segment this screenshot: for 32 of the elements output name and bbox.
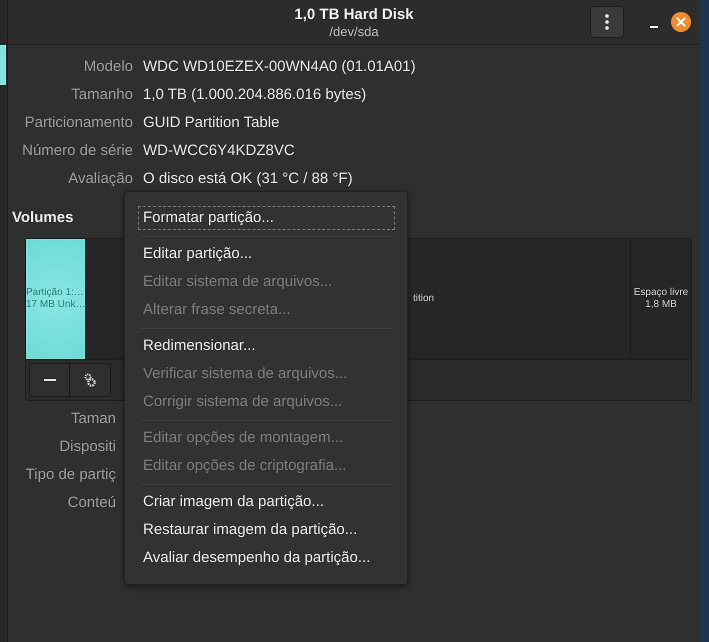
vertical-dots-icon <box>605 14 609 30</box>
minus-icon <box>44 379 56 381</box>
detail-label: Taman <box>70 409 116 429</box>
menu-item[interactable]: Restaurar imagem da partição... <box>138 518 395 542</box>
gears-icon <box>84 373 96 387</box>
detail-value: O disco está OK (31 °C / 88 °F) <box>143 169 354 189</box>
window-subtitle: /dev/sda <box>329 24 379 38</box>
menu-item[interactable]: Avaliar desempenho da partição... <box>138 546 395 570</box>
window-title: 1,0 TB Hard Disk <box>294 6 414 22</box>
detail-value: GUID Partition Table <box>143 113 280 133</box>
detail-value: WD-WCC6Y4KDZ8VC <box>143 141 296 161</box>
detail-label: Particionamento <box>24 113 133 133</box>
section-title: Volumes <box>12 209 74 226</box>
close-button[interactable] <box>670 11 692 33</box>
menu-button[interactable] <box>590 6 624 38</box>
menu-item[interactable]: Formatar partição... <box>138 206 395 230</box>
menu-item[interactable]: Redimensionar... <box>138 334 395 358</box>
detail-label: Conteú <box>66 493 116 513</box>
detail-label: Dispositi <box>58 437 116 457</box>
detail-label: Avaliação <box>67 169 133 189</box>
detail-label: Tamanho <box>70 85 133 105</box>
sidebar-selection-highlight <box>0 45 6 85</box>
menu-item[interactable]: Editar partição... <box>138 242 395 266</box>
detail-value: 1,0 TB (1.000.204.886.016 bytes) <box>143 85 368 105</box>
detail-label: Modelo <box>82 57 133 77</box>
free-space-segment[interactable]: Espaço livre 1,8 MB <box>630 239 691 359</box>
detail-label: Número de série <box>21 141 133 161</box>
minimize-icon <box>650 26 658 28</box>
detail-value: WDC WD10EZEX-00WN4A0 (01.01A01) <box>143 57 416 77</box>
settings-button[interactable] <box>70 363 111 397</box>
menu-item[interactable]: Criar imagem da partição... <box>138 490 395 514</box>
detail-label: Tipo de partiç <box>24 465 116 485</box>
